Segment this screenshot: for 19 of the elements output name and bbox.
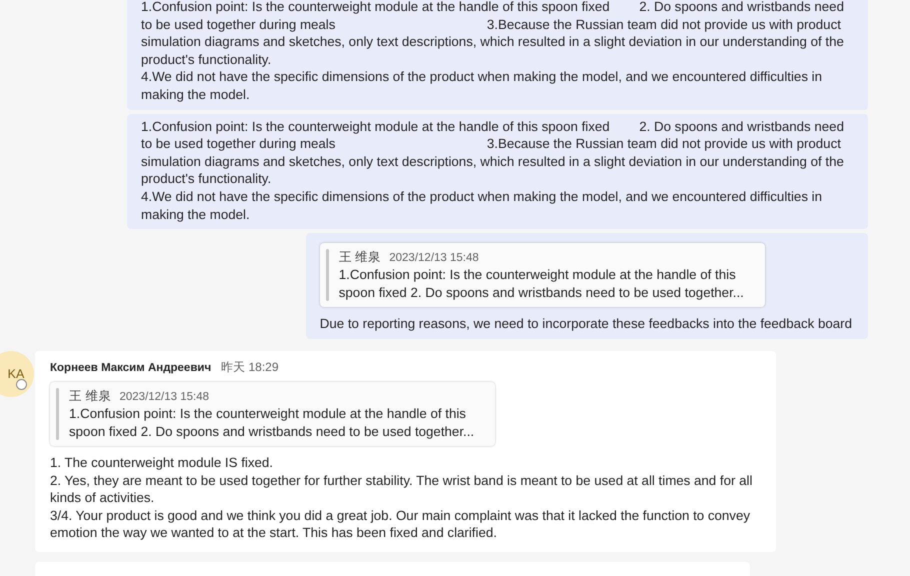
message-text: 2. Yes, they are meant to be used together for further stability. The wrist band is meant to be used at all times and for all kinds of activities. [50, 472, 754, 507]
message-timestamp: 昨天 18:29 [221, 358, 279, 376]
quote-author: 王 维泉 [69, 388, 112, 405]
quoted-message[interactable]: 王 维泉 2023/12/13 15:48 1.Confusion point: Is the counterweight module at the handle of this spoon fixed 2. Do spoons and wristbands need to be used together... [320, 243, 765, 308]
quote-author: 王 维泉 [338, 249, 382, 266]
message-text: 1.Confusion point: Is the counterweight module at the handle of this spoon fixed 2. Do spoons and wristbands need to be used together during meals 3.Because the Russian team did not provide us with product simulation diagrams and sketches, only text descriptions, which resulted in a slight deviation in our understanding of the product's functionality. [141, 118, 845, 188]
quote-timestamp: 2023/12/13 15:48 [389, 252, 479, 264]
quote-text: 1.Confusion point: Is the counterweight module at the handle of this spoon fixed 2. Do spoons and wristbands need to be used together... [338, 266, 745, 302]
message-text: 4.We did not have the specific dimensions of the product when making the model, and we encountered difficulties in making the model. [141, 68, 824, 104]
quote-text: 1.Confusion point: Is the counterweight module at the handle of this spoon fixed 2. Do spoons and wristbands need to be used together... [69, 404, 476, 440]
message-text: Due to reporting reasons, we need to incorporate these feedbacks into the feedback board [320, 315, 852, 333]
sender-name: Корнеев Максим Андреевич [50, 362, 212, 374]
message-text: 1. The counterweight module IS fixed. [50, 454, 274, 472]
message-text: 3/4. Your product is good and we think you did a great job. Our main complaint was that it lacked the function to convey emotion the way we wanted to at the start. This has been fixed and clarified. [50, 506, 751, 542]
message-text: 1.Confusion point: Is the counterweight module at the handle of this spoon fixed 2. Do spoons and wristbands need to be used together during meals 3.Because the Russian team did not provide us with product simulation diagrams and sketches, only text descriptions, which resulted in a slight deviation in our understanding of the product's functionality. [141, 0, 845, 68]
message-text: 4.We did not have the specific dimensions of the product when making the model, and we encountered difficulties in making the model. [141, 188, 824, 224]
avatar[interactable]: KA [0, 350, 34, 397]
quote-timestamp: 2023/12/13 15:48 [119, 390, 210, 403]
quoted-message[interactable]: 王 维泉 2023/12/13 15:48 1.Confusion point: Is the counterweight module at the handle of this spoon fixed 2. Do spoons and wristbands need to be used together... [50, 382, 495, 446]
